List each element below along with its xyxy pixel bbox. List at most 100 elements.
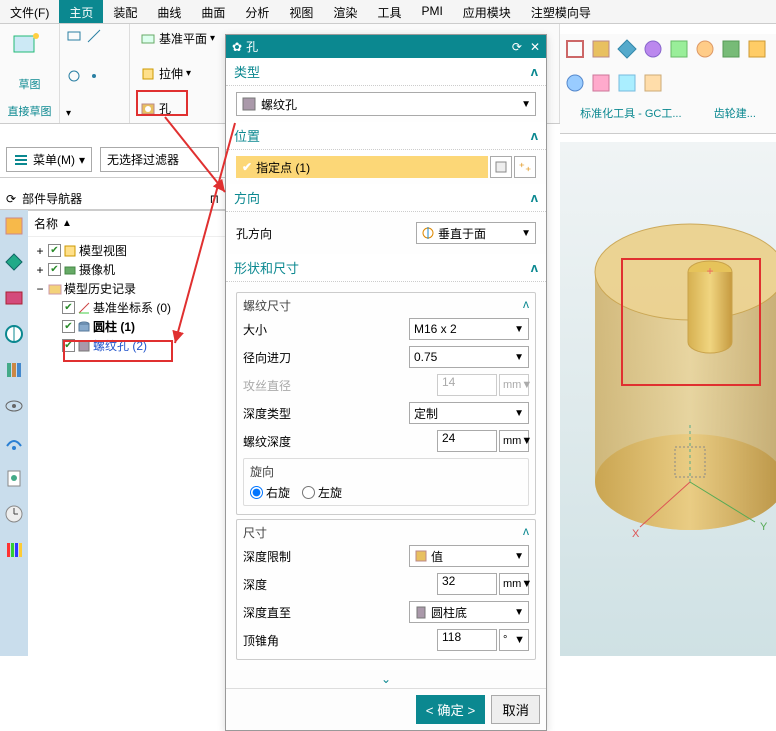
rail-history-icon[interactable] — [4, 504, 24, 524]
reset-icon[interactable]: ⟳ — [512, 40, 522, 54]
tool-icon-9[interactable] — [564, 72, 586, 94]
depthto-select[interactable]: 圆柱底▼ — [409, 601, 529, 623]
size-select[interactable]: M16 x 2▼ — [409, 318, 529, 340]
specify-point-field[interactable]: ✔指定点 (1) — [236, 156, 488, 178]
chevron-up-icon[interactable]: ʌ — [531, 128, 538, 143]
rr-label-2: 齿轮建... — [714, 105, 756, 129]
hole-icon — [140, 101, 156, 117]
section-direction[interactable]: 方向ʌ — [226, 184, 546, 212]
depth-unit[interactable]: mm▼ — [499, 573, 529, 595]
radio-right[interactable]: 右旋 — [250, 484, 290, 501]
tapdia-input: 14 — [437, 374, 497, 396]
depthlimit-select[interactable]: 值▼ — [409, 545, 529, 567]
tree-cylinder[interactable]: ✔圆柱 (1) — [34, 317, 219, 336]
radio-left[interactable]: 左旋 — [302, 484, 342, 501]
expand-more[interactable]: ⌄ — [226, 670, 546, 688]
tree-thread-hole[interactable]: ✔螺纹孔 (2) — [34, 336, 219, 355]
tool-icon-7[interactable] — [720, 38, 742, 60]
tipangle-unit[interactable]: °▼ — [499, 629, 529, 651]
menu-file[interactable]: 文件(F) — [0, 0, 59, 23]
chevron-up-icon[interactable]: ʌ — [523, 297, 529, 314]
csys-icon — [77, 301, 91, 315]
direct-sketch-label: 直接草图 — [6, 103, 53, 119]
menu-label: 菜单(M) — [33, 151, 75, 168]
normal-face-icon — [421, 226, 435, 240]
tab-mold[interactable]: 注塑模向导 — [521, 0, 601, 23]
rect-icon[interactable] — [66, 28, 82, 44]
column-header[interactable]: 名称 ▲ — [28, 211, 225, 237]
folder-icon — [48, 282, 62, 296]
pin-icon[interactable]: ⊓ — [210, 192, 219, 206]
tab-surface[interactable]: 曲面 — [191, 0, 235, 23]
tree-camera[interactable]: +✔摄像机 — [34, 260, 219, 279]
cancel-button[interactable]: 取消 — [491, 695, 540, 724]
tab-render[interactable]: 渲染 — [323, 0, 367, 23]
tool-icon-6[interactable] — [694, 38, 716, 60]
rail-part-icon[interactable] — [4, 288, 24, 308]
nav-refresh-icon[interactable]: ⟳ — [6, 192, 16, 206]
tapdia-label: 攻丝直径 — [243, 377, 323, 394]
tab-view[interactable]: 视图 — [279, 0, 323, 23]
tool-icon-4[interactable] — [642, 38, 664, 60]
rail-doc-icon[interactable] — [4, 468, 24, 488]
tipangle-input[interactable]: 118 — [437, 629, 497, 651]
radial-select[interactable]: 0.75▼ — [409, 346, 529, 368]
tree-datum-csys[interactable]: ✔基准坐标系 (0) — [34, 298, 219, 317]
navigator-body: 名称 ▲ +✔模型视图 +✔摄像机 −模型历史记录 ✔基准坐标系 (0) ✔圆柱… — [28, 210, 225, 359]
rail-nav-icon[interactable] — [4, 324, 24, 344]
hole-dir-select[interactable]: 垂直于面▼ — [416, 222, 536, 244]
chevron-up-icon[interactable]: ʌ — [531, 190, 538, 205]
sketch-section-button[interactable] — [490, 156, 512, 178]
rail-color-icon[interactable] — [4, 540, 24, 560]
sketch-button[interactable] — [6, 28, 53, 64]
chevron-up-icon[interactable]: ʌ — [523, 524, 529, 541]
modelview-icon — [63, 244, 77, 258]
circle-icon[interactable] — [66, 68, 82, 84]
tool-icon-5[interactable] — [668, 38, 690, 60]
filter-dropdown[interactable]: 无选择过滤器 — [100, 147, 219, 172]
tab-curve[interactable]: 曲线 — [147, 0, 191, 23]
point-dialog-button[interactable]: ⁺₊ — [514, 156, 536, 178]
rail-wifi-icon[interactable] — [4, 432, 24, 452]
rail-books-icon[interactable] — [4, 360, 24, 380]
tool-icon-1[interactable] — [564, 38, 586, 60]
threaddepth-input[interactable]: 24 — [437, 430, 497, 452]
tool-icon-8[interactable] — [746, 38, 768, 60]
tab-app[interactable]: 应用模块 — [453, 0, 521, 23]
rail-assembly-icon[interactable] — [4, 216, 24, 236]
dim-label: 尺寸 — [243, 524, 267, 541]
rail-eye-icon[interactable] — [4, 396, 24, 416]
radial-label: 径向进刀 — [243, 349, 323, 366]
line-icon[interactable] — [86, 28, 102, 44]
rr-label-1: 标准化工具 - GC工... — [580, 105, 681, 129]
tab-pmi[interactable]: PMI — [411, 0, 452, 23]
section-type[interactable]: 类型ʌ — [226, 58, 546, 86]
section-position[interactable]: 位置ʌ — [226, 122, 546, 150]
chevron-up-icon[interactable]: ʌ — [531, 260, 538, 275]
threaddepth-unit[interactable]: mm▼ — [499, 430, 529, 452]
dialog-header[interactable]: ✿孔 ⟳✕ — [226, 35, 546, 58]
hole-type-select[interactable]: 螺纹孔 ▼ — [236, 92, 536, 116]
tool-icon-2[interactable] — [590, 38, 612, 60]
chevron-up-icon[interactable]: ʌ — [531, 64, 538, 79]
ok-button[interactable]: < 确定 > — [416, 695, 486, 724]
svg-text:Y: Y — [760, 521, 768, 533]
tab-tools[interactable]: 工具 — [367, 0, 411, 23]
point-icon[interactable] — [86, 68, 102, 84]
tree-history[interactable]: −模型历史记录 — [34, 279, 219, 298]
menu-dropdown[interactable]: 菜单(M) ▾ — [6, 147, 92, 172]
close-icon[interactable]: ✕ — [530, 40, 540, 54]
rail-constraints-icon[interactable] — [4, 252, 24, 272]
viewport-3d[interactable]: + X Y — [560, 142, 776, 656]
tab-analysis[interactable]: 分析 — [235, 0, 279, 23]
tree-model-view[interactable]: +✔模型视图 — [34, 241, 219, 260]
section-shape[interactable]: 形状和尺寸ʌ — [226, 254, 546, 282]
depthtype-select[interactable]: 定制▼ — [409, 402, 529, 424]
tool-icon-3[interactable] — [616, 38, 638, 60]
depth-input[interactable]: 32 — [437, 573, 497, 595]
tool-icon-12[interactable] — [642, 72, 664, 94]
tab-home[interactable]: 主页 — [59, 0, 103, 23]
tool-icon-11[interactable] — [616, 72, 638, 94]
tab-assembly[interactable]: 装配 — [103, 0, 147, 23]
tool-icon-10[interactable] — [590, 72, 612, 94]
